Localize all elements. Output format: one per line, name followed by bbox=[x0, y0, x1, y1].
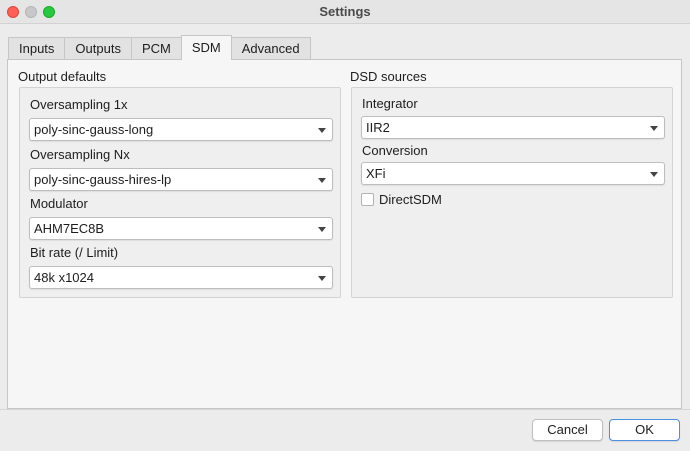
cancel-button[interactable]: Cancel bbox=[532, 419, 603, 441]
output-defaults-group: Oversampling 1x poly-sinc-gauss-long Ove… bbox=[19, 87, 341, 298]
conversion-select[interactable]: XFi bbox=[361, 162, 665, 185]
modulator-select[interactable]: AHM7EC8B bbox=[29, 217, 333, 240]
sdm-tab-panel: Output defaults Oversampling 1x poly-sin… bbox=[7, 59, 682, 409]
dsd-sources-group: Integrator IIR2 Conversion XFi DirectSDM bbox=[351, 87, 673, 298]
bit-rate-value: 48k x1024 bbox=[34, 270, 94, 285]
direct-sdm-checkbox[interactable] bbox=[361, 193, 374, 206]
bit-rate-label: Bit rate (/ Limit) bbox=[30, 245, 118, 260]
footer-divider bbox=[0, 409, 690, 410]
tab-inputs[interactable]: Inputs bbox=[8, 37, 65, 59]
chevron-down-icon bbox=[318, 178, 326, 183]
chevron-down-icon bbox=[650, 172, 658, 177]
chevron-down-icon bbox=[318, 128, 326, 133]
oversampling-1x-value: poly-sinc-gauss-long bbox=[34, 122, 153, 137]
title-bar: Settings bbox=[0, 0, 690, 24]
dsd-sources-title: DSD sources bbox=[350, 69, 427, 84]
tab-pcm[interactable]: PCM bbox=[131, 37, 182, 59]
chevron-down-icon bbox=[318, 227, 326, 232]
tab-outputs[interactable]: Outputs bbox=[64, 37, 132, 59]
chevron-down-icon bbox=[318, 276, 326, 281]
oversampling-nx-select[interactable]: poly-sinc-gauss-hires-lp bbox=[29, 168, 333, 191]
output-defaults-title: Output defaults bbox=[18, 69, 106, 84]
tab-sdm[interactable]: SDM bbox=[181, 35, 232, 60]
tab-bar: Inputs Outputs PCM SDM Advanced bbox=[8, 35, 310, 59]
tab-advanced[interactable]: Advanced bbox=[231, 37, 311, 59]
modulator-label: Modulator bbox=[30, 196, 88, 211]
integrator-value: IIR2 bbox=[366, 120, 390, 135]
direct-sdm-label[interactable]: DirectSDM bbox=[379, 192, 442, 207]
bit-rate-select[interactable]: 48k x1024 bbox=[29, 266, 333, 289]
integrator-select[interactable]: IIR2 bbox=[361, 116, 665, 139]
oversampling-nx-value: poly-sinc-gauss-hires-lp bbox=[34, 172, 171, 187]
ok-button[interactable]: OK bbox=[609, 419, 680, 441]
modulator-value: AHM7EC8B bbox=[34, 221, 104, 236]
conversion-label: Conversion bbox=[362, 143, 428, 158]
window-title: Settings bbox=[0, 4, 690, 19]
oversampling-1x-label: Oversampling 1x bbox=[30, 97, 128, 112]
conversion-value: XFi bbox=[366, 166, 386, 181]
oversampling-1x-select[interactable]: poly-sinc-gauss-long bbox=[29, 118, 333, 141]
integrator-label: Integrator bbox=[362, 96, 418, 111]
oversampling-nx-label: Oversampling Nx bbox=[30, 147, 130, 162]
chevron-down-icon bbox=[650, 126, 658, 131]
